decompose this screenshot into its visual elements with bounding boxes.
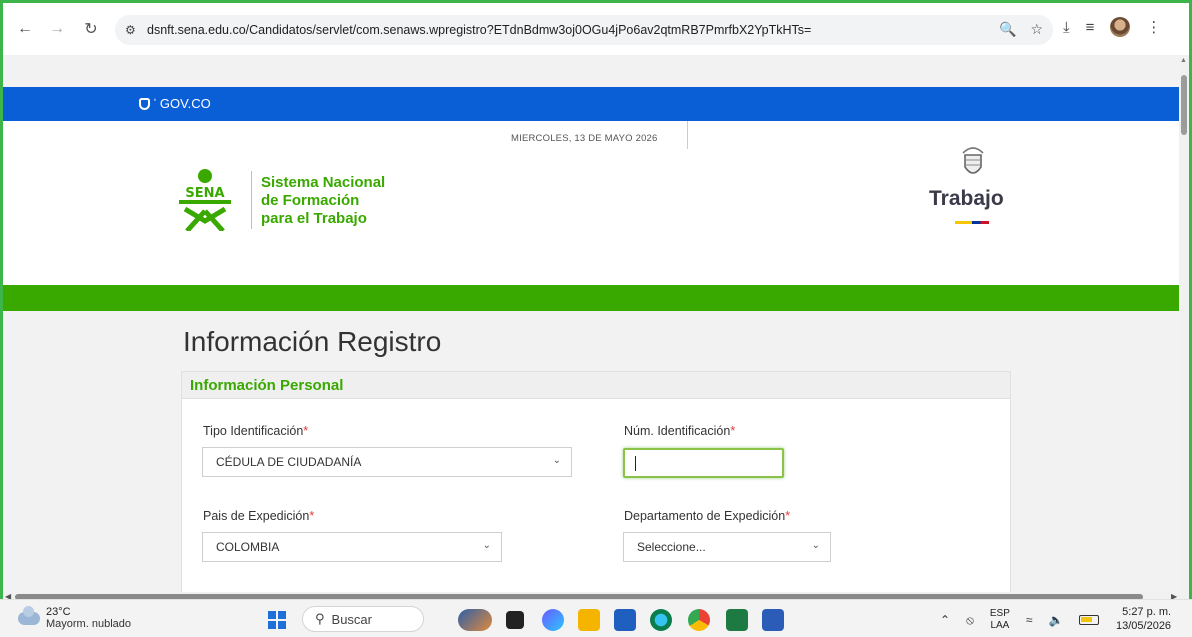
gov-separator-icon: ʹ [154, 98, 156, 109]
personal-info-panel: Información Personal Tipo Identificación… [181, 371, 1011, 592]
media-queue-icon[interactable]: ≡ [1086, 19, 1095, 36]
depto-label-text: Departamento de Expedición [624, 509, 786, 523]
kebab-menu-icon[interactable]: ⋮ [1146, 18, 1161, 36]
num-id-input[interactable] [623, 448, 784, 478]
num-id-label: Núm. Identificación* [624, 424, 735, 438]
section-title: Información Personal [190, 377, 344, 394]
volume-icon[interactable]: 🔈 [1049, 613, 1064, 627]
colombia-flag-stripe [955, 221, 989, 224]
forward-icon[interactable]: → [43, 15, 71, 43]
search-icon: ⚲ [315, 611, 325, 626]
scroll-up-icon[interactable]: ▲ [1180, 57, 1187, 64]
windows-start-icon[interactable] [268, 611, 286, 629]
edge-icon[interactable] [650, 609, 672, 631]
taskbar-search-label: Buscar [331, 611, 372, 627]
sena-wordmark: Sistema Nacional de Formación para el Tr… [261, 174, 385, 228]
chevron-up-icon[interactable]: ⌃ [940, 613, 950, 627]
clock-date: 13/05/2026 [1116, 620, 1172, 632]
task-view-icon[interactable] [506, 611, 524, 629]
back-icon[interactable]: ← [11, 15, 39, 43]
browser-window: ← → ↻ ⚙ dsnft.sena.edu.co/Candidatos/ser… [0, 0, 1192, 637]
chrome-icon[interactable] [688, 609, 710, 631]
required-mark: * [785, 509, 791, 523]
site-header: MIERCOLES, 13 DE MAYO 2026 SENA Sistema … [3, 121, 1179, 285]
vertical-scrollbar[interactable]: ▲ [1179, 55, 1189, 592]
required-mark: * [309, 509, 315, 523]
zoom-icon[interactable]: 🔍 [999, 21, 1016, 38]
sena-line-2: de Formación [261, 192, 360, 209]
gov-bar: ʹ GOV.CO [3, 87, 1179, 121]
depto-label: Departamento de Expedición* [624, 509, 790, 523]
copilot-icon[interactable] [542, 609, 564, 631]
location-off-icon[interactable]: ⦸ [966, 613, 974, 628]
taskbar-clock[interactable]: 5:27 p. m. 13/05/2026 [1116, 605, 1171, 633]
tipo-id-select[interactable]: CÉDULA DE CIUDADANÍA ⌄ [202, 447, 572, 477]
gov-co-link[interactable]: ʹ GOV.CO [139, 96, 211, 111]
pais-select[interactable]: COLOMBIA ⌄ [202, 532, 502, 562]
site-settings-icon[interactable]: ⚙ [125, 23, 147, 37]
vertical-scroll-thumb[interactable] [1181, 75, 1187, 135]
pais-value: COLOMBIA [216, 540, 280, 554]
pais-label-text: Pais de Expedición [203, 509, 310, 523]
sena-line-1: Sistema Nacional [261, 174, 386, 191]
language-indicator[interactable]: ESP LAA [990, 608, 1010, 632]
num-id-label-text: Núm. Identificación [624, 424, 731, 438]
lang-line-1: ESP [989, 608, 1010, 619]
sena-logo-icon[interactable]: SENA [173, 169, 237, 231]
windows-taskbar: 23°C Mayorm. nublado ⚲ Buscar ⌃ ⦸ ESP LA… [0, 599, 1192, 637]
clock-time: 5:27 p. m. [1122, 606, 1172, 618]
depto-value: Seleccione... [637, 540, 706, 554]
depto-select[interactable]: Seleccione... ⌄ [623, 532, 831, 562]
sena-logo-divider [251, 171, 252, 229]
address-url[interactable]: dsnft.sena.edu.co/Candidatos/servlet/com… [147, 23, 811, 37]
taskbar-search[interactable]: ⚲ Buscar [302, 606, 424, 632]
word-icon[interactable] [762, 609, 784, 631]
chevron-down-icon: ⌄ [482, 540, 491, 551]
store-icon[interactable] [614, 609, 636, 631]
weather-widget[interactable]: 23°C Mayorm. nublado [18, 606, 131, 631]
tipo-id-label-text: Tipo Identificación [203, 424, 304, 438]
weather-desc: Mayorm. nublado [46, 618, 131, 630]
pais-label: Pais de Expedición* [203, 509, 314, 523]
sena-line-3: para el Trabajo [261, 210, 367, 227]
file-explorer-icon[interactable] [578, 609, 600, 631]
browser-toolbar: ← → ↻ ⚙ dsnft.sena.edu.co/Candidatos/ser… [3, 3, 1189, 55]
page-title: Información Registro [183, 326, 442, 357]
widgets-app-icon[interactable] [458, 609, 492, 631]
weather-temp: 23°C [46, 606, 71, 618]
wifi-icon[interactable]: ≈ [1026, 613, 1033, 627]
cloud-icon [18, 606, 40, 625]
system-tray: ⌃ ⦸ ESP LAA ≈ 🔈 [940, 608, 1100, 632]
excel-icon[interactable] [726, 609, 748, 631]
chevron-down-icon: ⌄ [552, 455, 561, 466]
gov-shield-icon [139, 97, 150, 110]
address-bar[interactable]: ⚙ dsnft.sena.edu.co/Candidatos/servlet/c… [115, 15, 1053, 45]
text-caret [635, 456, 636, 471]
section-header: Información Personal [182, 372, 1010, 399]
required-mark: * [730, 424, 736, 438]
required-mark: * [303, 424, 309, 438]
bookmark-star-icon[interactable]: ☆ [1030, 21, 1043, 38]
page-viewport: ʹ GOV.CO MIERCOLES, 13 DE MAYO 2026 SENA… [3, 55, 1179, 592]
download-icon[interactable]: ⤓ [1063, 19, 1070, 36]
header-date: MIERCOLES, 13 DE MAYO 2026 [511, 133, 658, 144]
battery-icon[interactable] [1079, 615, 1100, 625]
profile-avatar[interactable] [1110, 17, 1131, 37]
header-date-divider [687, 121, 688, 149]
tipo-id-label: Tipo Identificación* [203, 424, 308, 438]
lang-line-2: LAA [990, 620, 1010, 631]
coat-of-arms-icon [962, 147, 984, 174]
green-nav-bar [3, 285, 1179, 311]
sena-logo-text: SENA [185, 186, 224, 201]
ministry-name: Trabajo [929, 187, 1004, 210]
reload-icon[interactable]: ↻ [77, 15, 105, 43]
tipo-id-value: CÉDULA DE CIUDADANÍA [216, 455, 362, 469]
chevron-down-icon: ⌄ [811, 540, 820, 551]
gov-co-label: GOV.CO [159, 96, 211, 111]
ministry-logo[interactable]: Trabajo [925, 145, 1021, 235]
